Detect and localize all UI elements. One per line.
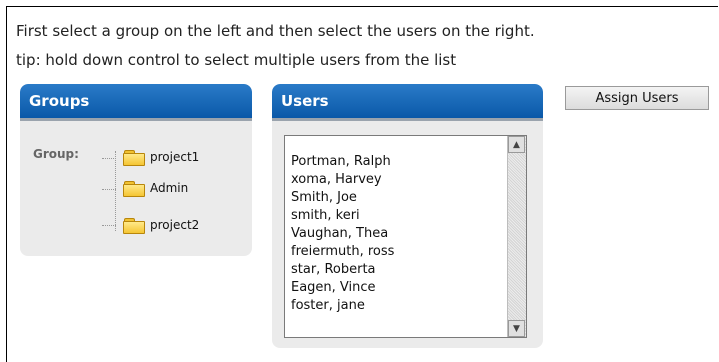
user-option[interactable]: Portman, Ralph xyxy=(291,153,394,171)
scroll-down-icon[interactable]: ▼ xyxy=(508,320,525,337)
groups-panel-title: Groups xyxy=(20,84,252,121)
groups-panel: Groups Group: project1 Admin project2 xyxy=(20,84,252,256)
tree-connector xyxy=(102,189,116,190)
group-item-label: project2 xyxy=(150,218,200,232)
user-option[interactable]: foster, jane xyxy=(291,297,394,315)
user-option[interactable]: star, Roberta xyxy=(291,261,394,279)
folder-icon xyxy=(123,217,145,234)
instruction-text: First select a group on the left and the… xyxy=(16,22,535,40)
user-option[interactable]: Smith, Joe xyxy=(291,189,394,207)
group-label: Group: xyxy=(33,147,79,161)
tree-connector xyxy=(102,225,116,226)
users-panel-title: Users xyxy=(272,84,543,121)
group-item-label: project1 xyxy=(150,150,200,164)
user-option[interactable]: xoma, Harvey xyxy=(291,171,394,189)
users-panel: Users Portman, Ralph xoma, Harvey Smith,… xyxy=(272,84,543,348)
tree-connector xyxy=(115,151,116,231)
folder-icon xyxy=(123,180,145,197)
tree-connector xyxy=(102,158,116,159)
group-item-label: Admin xyxy=(150,181,189,195)
tip-text: tip: hold down control to select multipl… xyxy=(16,51,457,69)
group-item-admin[interactable]: Admin xyxy=(123,178,188,198)
users-listbox[interactable]: Portman, Ralph xoma, Harvey Smith, Joe s… xyxy=(284,135,527,338)
user-option[interactable]: smith, keri xyxy=(291,207,394,225)
users-scrollbar[interactable]: ▲ ▼ xyxy=(507,136,526,337)
user-option[interactable]: Eagen, Vince xyxy=(291,279,394,297)
user-option[interactable]: freiermuth, ross xyxy=(291,243,394,261)
users-list: Portman, Ralph xoma, Harvey Smith, Joe s… xyxy=(291,153,394,315)
group-item-project2[interactable]: project2 xyxy=(123,215,199,235)
user-option[interactable]: Vaughan, Thea xyxy=(291,225,394,243)
group-item-project1[interactable]: project1 xyxy=(123,147,199,167)
scroll-up-icon[interactable]: ▲ xyxy=(508,136,525,153)
folder-icon xyxy=(123,149,145,166)
assign-users-button[interactable]: Assign Users xyxy=(565,86,709,110)
